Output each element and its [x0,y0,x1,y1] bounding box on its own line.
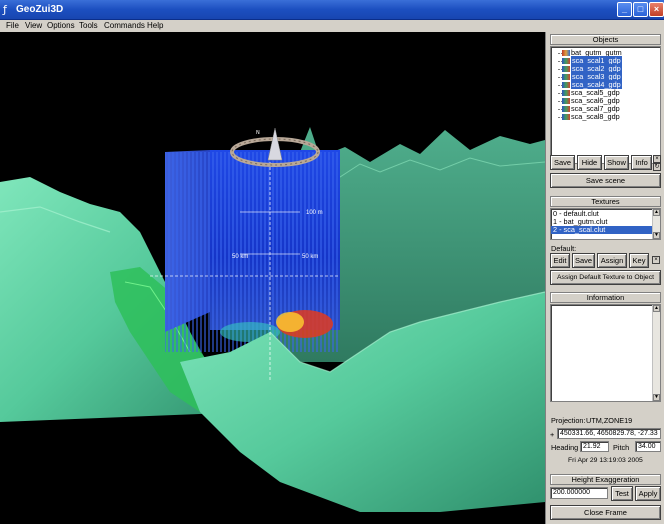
surface-icon [562,66,570,72]
menu-options[interactable]: Options [47,21,75,30]
scale-label-left: 50 km [232,254,249,260]
pitch-label: Pitch [613,443,630,452]
info-scroll-down-icon[interactable]: ▼ [653,394,660,401]
surface-icon [562,90,570,96]
objects-info-button[interactable]: Info [631,155,652,170]
test-button[interactable]: Test [611,486,633,501]
heading-label: Heading [551,443,579,452]
scroll-up-icon[interactable]: ▲ [653,209,660,216]
texture-save-button[interactable]: Save [572,253,595,268]
coordinates-field[interactable]: 450331.66, 4650829.78, -27.33 [557,428,661,439]
default-label: Default: [551,244,577,253]
height-exaggeration-header: Height Exaggeration [550,474,661,485]
coords-marker: + [550,430,555,439]
information-scrollbar[interactable]: ▲ ▼ [652,305,660,401]
surface-icon [562,58,570,64]
window-title: GeoZui3D [16,4,64,15]
objects-list[interactable]: bat_gutm_gutm sca_scal1_gdp sca_scal2_gdp s… [550,46,661,164]
pitch-field[interactable]: 34.00 [635,441,661,452]
info-scroll-up-icon[interactable]: ▲ [653,305,660,312]
texture-key-button[interactable]: Key [629,253,649,268]
scale-label-top: 100 m [306,210,323,216]
close-window-button[interactable]: × [649,2,664,17]
svg-text:N: N [256,130,260,136]
menu-help[interactable]: Help [147,21,163,30]
timestamp: Fri Apr 29 13:19:03 2005 [568,457,643,464]
projection-value: UTM,ZONE19 [586,416,633,425]
scroll-down-icon[interactable]: ▼ [653,232,660,239]
scene-render: N [0,127,545,512]
apply-button[interactable]: Apply [635,486,661,501]
save-scene-button[interactable]: Save scene [550,173,661,188]
3d-viewport[interactable]: N 100 m 50 km 50 km [0,32,545,524]
textures-header: Textures [550,196,661,207]
scale-label-right: 50 km [302,254,319,260]
surface-icon [562,114,570,120]
menu-file[interactable]: File [6,21,19,30]
object-item[interactable]: sca_scal8_gdp [551,113,660,121]
app-icon: ƒ [3,3,7,16]
close-frame-button[interactable]: Close Frame [550,505,661,520]
menu-bar: File View Options Tools Commands Help [0,20,664,32]
textures-close-icon[interactable]: × [652,256,660,264]
height-exaggeration-field[interactable]: 200.000000 [550,487,608,499]
menu-commands[interactable]: Commands [104,21,145,30]
objects-show-button[interactable]: Show [604,155,629,170]
projection-label: Projection: [551,416,586,425]
surface-icon [562,106,570,112]
texture-edit-button[interactable]: Edit [550,253,570,268]
information-header: Information [550,292,661,303]
control-panel: Objects bat_gutm_gutm sca_scal1_gdp sca_sc… [545,32,664,524]
menu-view[interactable]: View [25,21,42,30]
texture-assign-button[interactable]: Assign [597,253,627,268]
texture-item[interactable]: 2 - sca_scal.clut [551,226,653,234]
objects-hide-button[interactable]: Hide [577,155,602,170]
assign-default-texture-button[interactable]: Assign Default Texture to Object [550,270,661,285]
surface-icon [562,98,570,104]
maximize-button[interactable]: □ [633,2,648,17]
objects-save-button[interactable]: Save [550,155,575,170]
compass-cone [267,127,283,161]
surface-icon [562,74,570,80]
menu-tools[interactable]: Tools [79,21,98,30]
minimize-button[interactable]: _ [617,2,632,17]
grid-icon [562,50,570,56]
textures-scrollbar[interactable]: ▲ ▼ [652,209,660,239]
information-box: ▲ ▼ [550,304,661,402]
title-bar[interactable]: ƒ GeoZui3D _ □ × [0,0,664,20]
surface-icon [562,82,570,88]
object-item-label: sca_scal8_gdp [571,112,620,121]
objects-header: Objects [550,34,661,45]
close-small-icon[interactable]: × [653,155,661,163]
textures-list[interactable]: 0 - default.clut 1 - bat_gutm.clut 2 - sca… [550,208,661,240]
heading-field[interactable]: 21.92 [580,441,609,452]
refresh-icon[interactable]: ↻ [653,163,661,171]
